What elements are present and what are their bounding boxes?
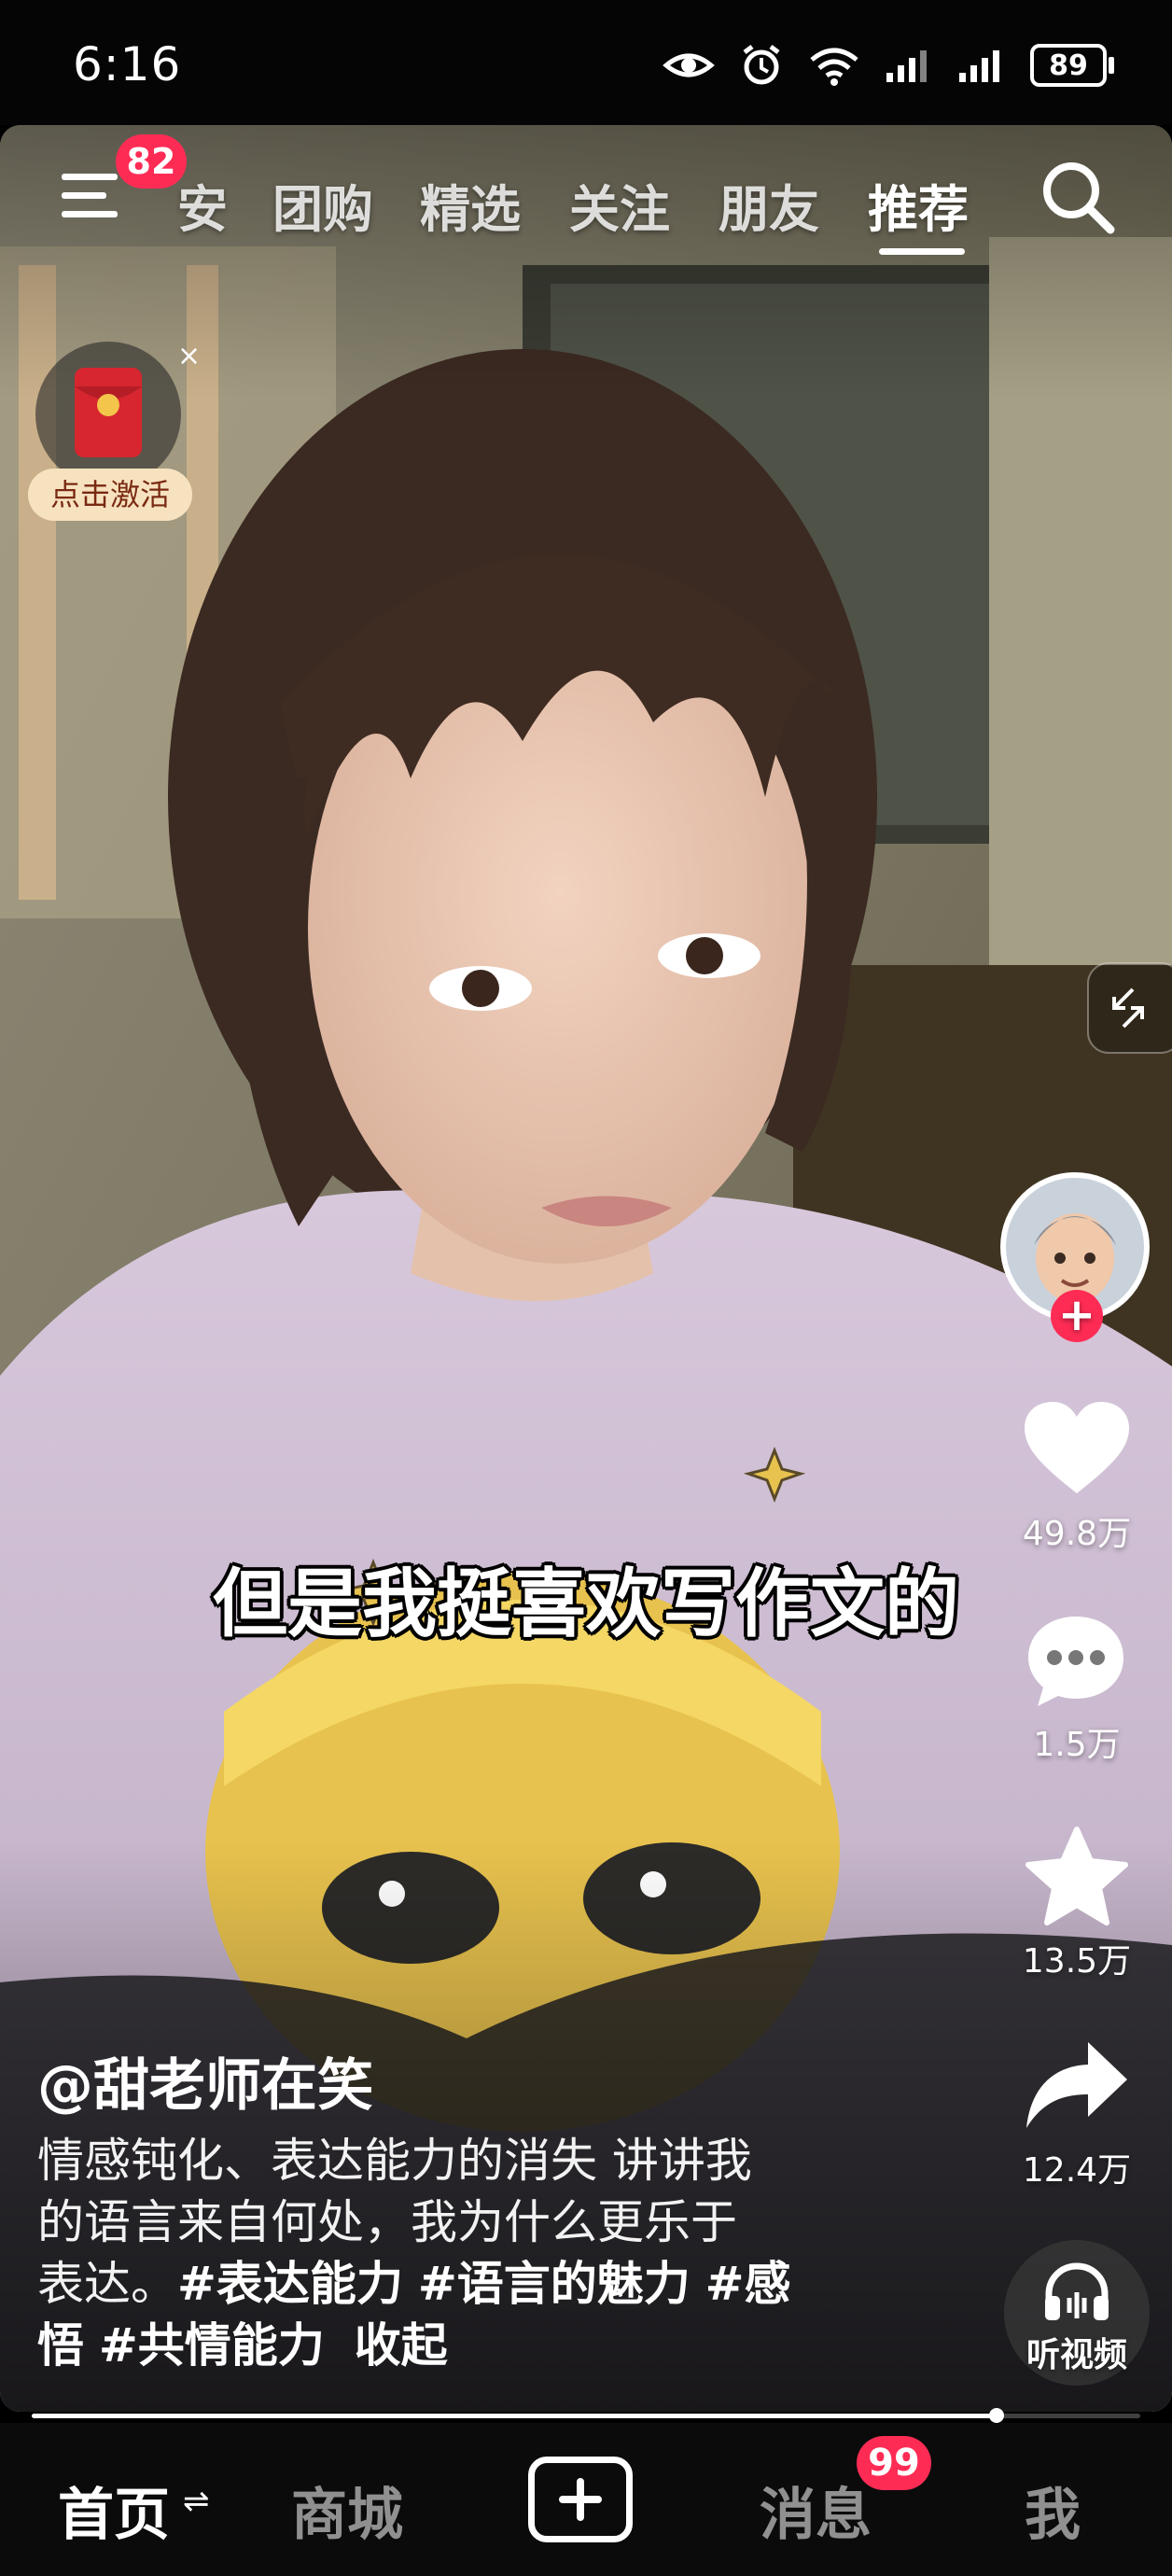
alarm-icon (743, 45, 780, 85)
tab-group-buy[interactable]: 团购 (272, 168, 373, 242)
description-line: 情感钝化、表达能力的消失 讲讲我 (37, 2134, 752, 2188)
listen-video-button[interactable]: 听视频 (1004, 2240, 1150, 2386)
top-nav: 82 安 团购 精选 关注 朋友 推荐 (0, 125, 1172, 265)
video-description: 情感钝化、表达能力的消失 讲讲我 的语言来自何处，我为什么更乐于 表达。#表达能… (37, 2130, 877, 2376)
wifi-icon (810, 48, 858, 86)
menu-badge: 82 (116, 134, 187, 189)
tab-partial[interactable]: 安 (177, 168, 228, 242)
bottom-nav: 首页 ⇌ 商城 消息 99 我 (0, 2423, 1172, 2576)
description-line: 表达。#表达能力 #语言的魅力 #感 (37, 2253, 877, 2315)
search-icon[interactable] (1038, 157, 1118, 237)
nav-mall[interactable]: 商城 (291, 2470, 403, 2551)
listen-video-label: 听视频 (1026, 2336, 1127, 2374)
video-progress-bar[interactable] (32, 2408, 1140, 2423)
star-icon[interactable] (1023, 1826, 1131, 1928)
video-subtitle: 但是我挺喜欢写作文的 (213, 1561, 959, 1647)
description-line: 的语言来自何处，我为什么更乐于 (37, 2195, 737, 2249)
hashtag[interactable]: #感 (705, 2257, 791, 2311)
comment-count: 1.5万 (1033, 1726, 1121, 1764)
close-icon[interactable]: × (177, 340, 201, 372)
red-packet-icon (35, 342, 181, 480)
progress-fill (32, 2414, 997, 2418)
heart-icon[interactable] (1023, 1400, 1131, 1497)
hashtag[interactable]: #共情能力 (99, 2318, 325, 2373)
minimize-icon[interactable] (1084, 961, 1172, 1055)
create-button[interactable] (528, 2457, 633, 2542)
red-packet-widget[interactable]: × 点击激活 (28, 340, 201, 526)
messages-badge: 99 (857, 2436, 931, 2490)
battery-indicator: 89 (1030, 44, 1114, 87)
menu-icon[interactable] (58, 162, 125, 230)
progress-handle[interactable] (988, 2408, 1004, 2423)
plus-icon (559, 2478, 602, 2521)
nav-me[interactable]: 我 (1025, 2470, 1081, 2551)
favorite-count: 13.5万 (1022, 1942, 1132, 1981)
nav-home[interactable]: 首页 (58, 2470, 170, 2551)
status-bar: 6:16 89 (0, 0, 1172, 125)
share-icon[interactable] (1023, 2038, 1131, 2135)
tab-recommend[interactable]: 推荐 (868, 168, 969, 242)
description-line: 悟 #共情能力 收起 (37, 2315, 877, 2376)
follow-button[interactable]: + (1051, 1290, 1103, 1342)
eye-icon (663, 53, 715, 77)
refresh-toggle-icon[interactable]: ⇌ (183, 2483, 210, 2520)
nav-messages[interactable]: 消息 (760, 2470, 872, 2551)
status-time: 6:16 (73, 37, 182, 91)
hashtag[interactable]: #语言的魅力 (418, 2257, 691, 2311)
collapse-link[interactable]: 收起 (355, 2318, 448, 2373)
red-packet-label: 点击激活 (28, 469, 192, 521)
tab-featured[interactable]: 精选 (420, 168, 521, 242)
signal-icon-2 (959, 50, 999, 82)
tab-friends[interactable]: 朋友 (719, 168, 819, 242)
status-icons: 89 (663, 43, 1114, 88)
hashtag-continuation[interactable]: 悟 (37, 2318, 84, 2373)
headphones-icon (1045, 2262, 1109, 2320)
tab-following[interactable]: 关注 (569, 168, 670, 242)
hashtag[interactable]: #表达能力 (177, 2257, 403, 2311)
author-name[interactable]: @甜老师在笑 (37, 2040, 373, 2121)
description-text: 表达。 (37, 2257, 177, 2311)
active-tab-indicator (879, 248, 965, 255)
share-count: 12.4万 (1022, 2151, 1132, 2190)
signal-icon-1 (886, 50, 927, 82)
